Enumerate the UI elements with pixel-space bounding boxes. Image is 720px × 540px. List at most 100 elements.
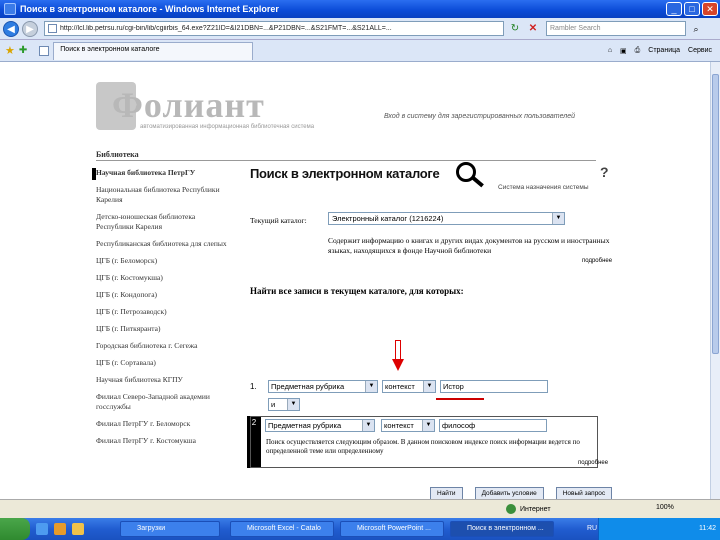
favorites-star-icon[interactable]: ★: [5, 44, 15, 57]
tools-menu[interactable]: Сервис: [688, 47, 712, 54]
clock: 11:42: [699, 525, 716, 532]
current-catalog-select[interactable]: Электронный каталог (1216224) ▼: [328, 212, 565, 225]
window-title: Поиск в электронном каталоге - Windows I…: [20, 4, 279, 14]
sidebar-item[interactable]: Научная библиотека КГПУ: [96, 375, 232, 385]
sidebar-item[interactable]: Детско-юношеская библиотека Республики К…: [96, 212, 232, 232]
find-button[interactable]: Найти: [430, 487, 463, 499]
logic-select[interactable]: и ▼: [268, 398, 300, 411]
window-titlebar: Поиск в электронном каталоге - Windows I…: [0, 0, 720, 18]
help-icon[interactable]: ?: [600, 164, 609, 180]
address-bar: ◀ ▶ http://lcl.lib.petrsu.ru/cgi-bin/lib…: [0, 18, 720, 40]
login-link[interactable]: Вход в систему для зарегистрированных по…: [384, 113, 575, 120]
ie-quicklaunch-icon[interactable]: [36, 523, 48, 535]
magnifier-handle: [472, 176, 484, 188]
chevron-down-icon[interactable]: ▼: [422, 420, 434, 431]
minimize-button[interactable]: _: [666, 2, 682, 16]
refresh-icon[interactable]: ↻: [508, 22, 522, 36]
current-catalog-label: Текущий каталог:: [250, 216, 307, 225]
url-field[interactable]: http://lcl.lib.petrsu.ru/cgi-bin/lib/cgi…: [44, 21, 504, 36]
divider: [96, 160, 596, 161]
language-indicator[interactable]: RU: [587, 518, 597, 540]
taskbar-item[interactable]: Поиск в электронном ...: [450, 521, 554, 537]
tab-active[interactable]: Поиск в электронном каталоге: [53, 41, 254, 60]
page-title: Поиск в электронном каталоге: [250, 166, 440, 181]
home-icon[interactable]: ⌂: [608, 47, 612, 54]
zone-label: Интернет: [520, 505, 551, 513]
library-sidebar: Научная библиотека ПетрГУ Национальная б…: [96, 168, 232, 453]
chevron-down-icon[interactable]: ▼: [365, 381, 377, 392]
media-quicklaunch-icon[interactable]: [54, 523, 66, 535]
chevron-down-icon[interactable]: ▼: [552, 213, 564, 224]
arrow-shaft: [395, 340, 401, 360]
stop-icon[interactable]: ✕: [526, 22, 540, 36]
mode-select[interactable]: контекст ▼: [381, 419, 435, 432]
logo-text: Фолиант: [112, 85, 265, 125]
chevron-down-icon[interactable]: ▼: [423, 381, 435, 392]
mode-select-value: контекст: [384, 421, 414, 430]
chevron-down-icon[interactable]: ▼: [287, 399, 299, 410]
sidebar-item[interactable]: ЦГБ (г. Кондопога): [96, 290, 232, 300]
print-icon[interactable]: ⎙: [635, 47, 641, 55]
new-query-button[interactable]: Новый запрос: [555, 487, 613, 499]
red-underline-annotation: [436, 398, 484, 400]
maximize-button[interactable]: □: [684, 2, 700, 16]
sidebar-item[interactable]: ЦГБ (г. Петрозаводск): [96, 307, 232, 317]
close-button[interactable]: ✕: [702, 2, 718, 16]
catalog-description: Содержит информацию о книгах и других ви…: [328, 236, 610, 255]
more-link[interactable]: подробнее: [578, 460, 608, 466]
query-input[interactable]: Истор: [440, 380, 548, 393]
status-bar: Интернет 100%: [0, 499, 720, 518]
add-condition-button[interactable]: Добавить условие: [474, 487, 544, 499]
sidebar-item[interactable]: Филиал ПетрГУ г. Костомукша: [96, 436, 232, 446]
search-note: Поиск осуществляется следующим образом. …: [266, 438, 580, 455]
page-menu[interactable]: Страница: [648, 47, 680, 54]
sidebar-item[interactable]: Научная библиотека ПетрГУ: [96, 168, 232, 178]
find-heading: Найти все записи в текущем каталоге, для…: [250, 286, 464, 296]
sidebar-item[interactable]: Национальная библиотека Республики Карел…: [96, 185, 232, 205]
sidebar-item[interactable]: ЦГБ (г. Беломорск): [96, 256, 232, 266]
system-caption[interactable]: Система назначения системы: [498, 184, 589, 191]
sidebar-item[interactable]: ЦГБ (г. Питкяранта): [96, 324, 232, 334]
field-select[interactable]: Предметная рубрика ▼: [268, 380, 378, 393]
vertical-scrollbar[interactable]: [710, 62, 720, 499]
forward-button[interactable]: ▶: [22, 20, 38, 37]
action-buttons: Найти Добавить условие Новый запрос: [430, 487, 624, 499]
sidebar-item[interactable]: Филиал ПетрГУ г. Беломорск: [96, 419, 232, 429]
search-input[interactable]: Rambler Search: [546, 21, 686, 36]
field-select-value: Предметная рубрика: [271, 382, 345, 391]
tab-bar: ★ ✚ Поиск в электронном каталоге ⌂ ▣ ⎙ С…: [0, 40, 720, 62]
ie-icon: [4, 3, 16, 15]
current-catalog-value: Электронный каталог (1216224): [332, 214, 444, 223]
taskbar-item[interactable]: Microsoft PowerPoint ...: [340, 521, 444, 537]
back-button[interactable]: ◀: [3, 20, 19, 37]
folder-quicklaunch-icon[interactable]: [72, 523, 84, 535]
more-link[interactable]: подробнее: [582, 258, 612, 264]
query-input[interactable]: философ: [439, 419, 547, 432]
sidebar-item[interactable]: Республиканская библиотека для слепых: [96, 239, 232, 249]
sidebar-item[interactable]: ЦГБ (г. Костомукша): [96, 273, 232, 283]
feeds-icon[interactable]: ▣: [620, 47, 627, 55]
search-icon[interactable]: ⌕: [689, 22, 703, 36]
page-icon: [48, 24, 57, 33]
mode-select[interactable]: контекст ▼: [382, 380, 436, 393]
foliant-logo: Фолиант автоматизированная информационна…: [96, 82, 314, 132]
section-heading: Библиотека: [96, 150, 139, 159]
add-favorites-icon[interactable]: ✚: [19, 45, 27, 56]
field-select[interactable]: Предметная рубрика ▼: [265, 419, 375, 432]
magnifier-icon: [456, 162, 484, 188]
scrollbar-thumb[interactable]: [712, 74, 719, 354]
url-text: http://lcl.lib.petrsu.ru/cgi-bin/lib/cgi…: [60, 25, 392, 32]
sidebar-item[interactable]: Городская библиотека г. Сегежа: [96, 341, 232, 351]
logo-tagline: автоматизированная информационная библио…: [140, 124, 315, 130]
tab-page-icon: [39, 45, 50, 56]
taskbar: Загрузки Microsoft Excel - Catalo Micros…: [0, 518, 720, 540]
sidebar-item[interactable]: ЦГБ (г. Сортавала): [96, 358, 232, 368]
taskbar-item[interactable]: Microsoft Excel - Catalo: [230, 521, 334, 537]
sidebar-item[interactable]: Филиал Северо-Западной академии госслужб…: [96, 392, 232, 412]
start-button[interactable]: [0, 518, 30, 540]
command-bar: ⌂ ▣ ⎙ Страница Сервис: [608, 47, 720, 55]
chevron-down-icon[interactable]: ▼: [362, 420, 374, 431]
taskbar-item[interactable]: Загрузки: [120, 521, 220, 537]
zoom-level[interactable]: 100%: [656, 504, 674, 511]
page-content: Фолиант автоматизированная информационна…: [0, 62, 710, 499]
